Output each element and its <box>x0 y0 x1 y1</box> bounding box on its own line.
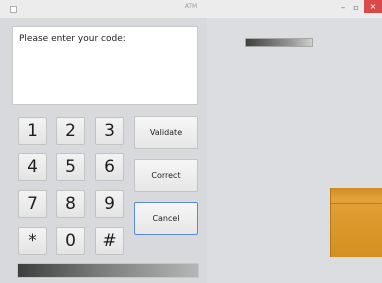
key-3[interactable]: 3 <box>95 117 124 145</box>
code-display: Please enter your code: <box>12 26 198 105</box>
key-7[interactable]: 7 <box>18 190 47 218</box>
keypad-panel: Please enter your code: 1 2 3 4 5 6 7 8 … <box>0 18 207 283</box>
key-hash[interactable]: # <box>95 227 124 255</box>
atm-window: ATM – ▫ × Please enter your code: 1 2 3 … <box>0 0 382 283</box>
key-4[interactable]: 4 <box>18 153 47 181</box>
correct-button[interactable]: Correct <box>134 159 198 192</box>
key-8[interactable]: 8 <box>56 190 85 218</box>
atm-body: Please enter your code: 1 2 3 4 5 6 7 8 … <box>0 18 382 283</box>
key-6[interactable]: 6 <box>95 153 124 181</box>
cash-tray-edge <box>331 203 382 204</box>
key-star[interactable]: * <box>18 227 47 255</box>
maximize-button[interactable]: ▫ <box>350 1 362 15</box>
minimize-button[interactable]: – <box>337 1 349 15</box>
key-1[interactable]: 1 <box>18 117 47 145</box>
window-title: ATM <box>184 3 198 10</box>
key-2[interactable]: 2 <box>56 117 85 145</box>
prompt-text: Please enter your code: <box>19 34 126 44</box>
key-0[interactable]: 0 <box>56 227 85 255</box>
close-button[interactable]: × <box>364 0 382 13</box>
receipt-slot <box>17 263 199 278</box>
key-9[interactable]: 9 <box>95 190 124 218</box>
card-slot[interactable] <box>245 38 313 47</box>
cancel-button[interactable]: Cancel <box>134 202 198 235</box>
key-5[interactable]: 5 <box>56 153 85 181</box>
title-bar: ATM – ▫ × <box>0 0 382 18</box>
cash-dispenser[interactable] <box>330 188 382 257</box>
validate-button[interactable]: Validate <box>134 116 198 149</box>
